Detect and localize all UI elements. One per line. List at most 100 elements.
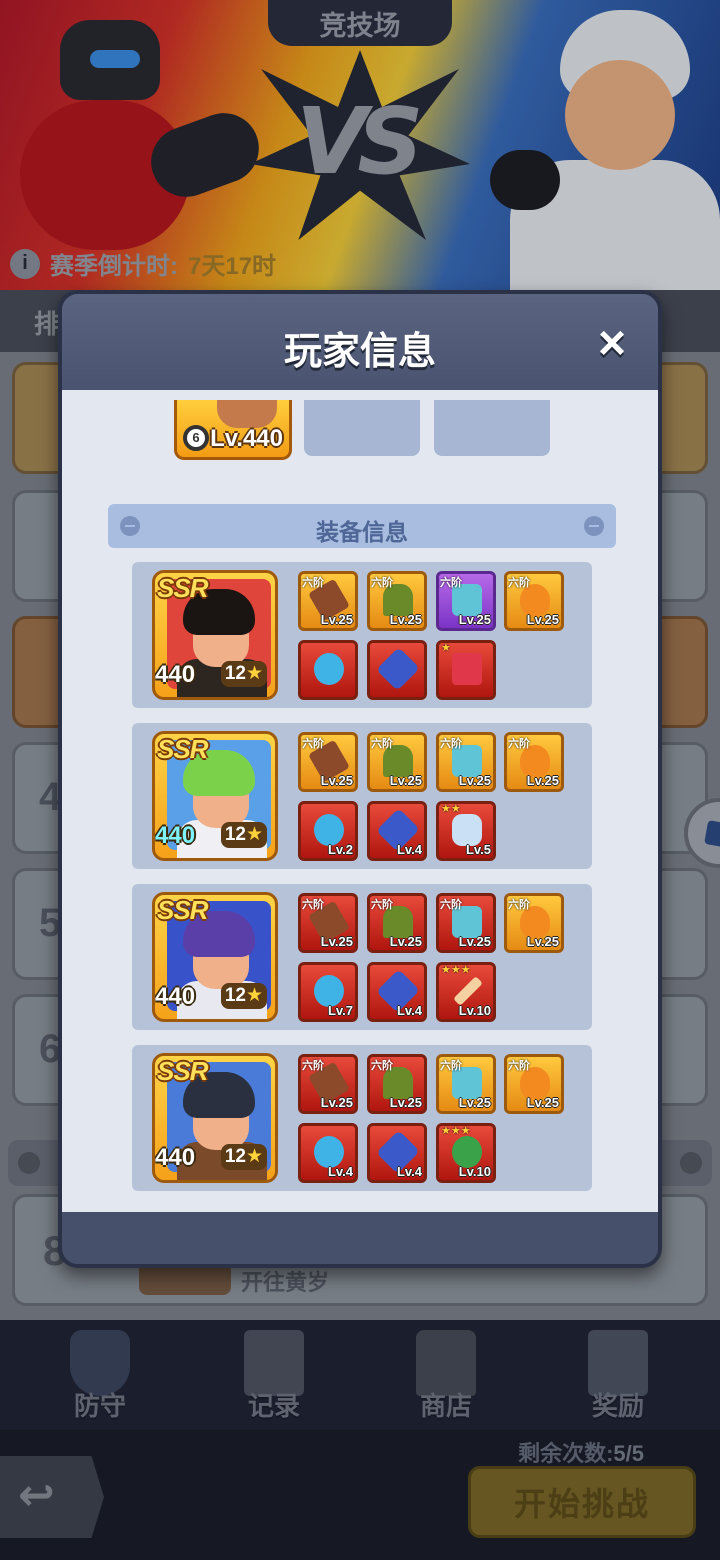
- equipment-tier: 六阶: [508, 738, 530, 750]
- hammer-icon: [452, 653, 482, 685]
- equipment-slot[interactable]: 六阶 Lv.25: [504, 571, 564, 631]
- player-info-modal: 玩家信息 × 6 Lv.440 装备信息 SSR 440 12★ 六阶 Lv.25 六阶 L…: [58, 290, 662, 1268]
- equipment-slot[interactable]: 六阶 Lv.25: [367, 732, 427, 792]
- equipment-level: Lv.25: [526, 1095, 559, 1110]
- equipment-tier: 六阶: [302, 577, 324, 589]
- equipment-tier: ★★★: [441, 1125, 471, 1137]
- equipment-tier: ★: [441, 642, 451, 654]
- equipment-level: Lv.10: [458, 1003, 491, 1018]
- modal-footer: [62, 1212, 658, 1264]
- equipment-slot[interactable]: 六阶 Lv.25: [298, 732, 358, 792]
- modal-title: 玩家信息: [283, 331, 436, 373]
- star-icon: ★: [245, 985, 263, 1006]
- rarity-badge: SSR: [157, 1056, 208, 1086]
- equipment-slot[interactable]: Lv.7: [298, 962, 358, 1022]
- pet-ring-icon: 6: [183, 425, 209, 451]
- pet-slot-empty[interactable]: [434, 400, 550, 456]
- equipment-level: Lv.25: [458, 934, 491, 949]
- equipment-tier: 六阶: [302, 738, 324, 750]
- equipment-tier: 六阶: [508, 899, 530, 911]
- equipment-tier: 六阶: [508, 577, 530, 589]
- hero-star-count: 12★: [220, 822, 267, 848]
- equipment-level: Lv.25: [389, 1095, 422, 1110]
- pet-portrait: [217, 400, 277, 428]
- equipment-slot[interactable]: Lv.4: [367, 962, 427, 1022]
- equipment-tier: 六阶: [371, 899, 393, 911]
- equipment-slot[interactable]: Lv.4: [367, 801, 427, 861]
- equipment-tier: ★★★: [441, 964, 471, 976]
- hero-level: 440: [155, 822, 196, 849]
- equipment-level: Lv.25: [526, 612, 559, 627]
- equipment-tier: ★★: [441, 803, 461, 815]
- equipment-level: Lv.25: [458, 773, 491, 788]
- pet-slot-main[interactable]: 6 Lv.440: [174, 400, 292, 460]
- star-count-value: 12: [224, 1146, 246, 1167]
- star-icon: ★: [245, 1146, 263, 1167]
- equipment-level: Lv.4: [327, 1164, 353, 1179]
- star-count-value: 12: [224, 824, 246, 845]
- section-title: 装备信息: [316, 519, 408, 545]
- equipment-slot[interactable]: 六阶 Lv.25: [504, 732, 564, 792]
- pet-level: Lv.440: [210, 425, 283, 452]
- badge-icon: [376, 647, 420, 691]
- equipment-slot[interactable]: 六阶 Lv.25: [367, 571, 427, 631]
- equipment-slot[interactable]: 六阶 Lv.25: [504, 893, 564, 953]
- hero-level: 440: [155, 983, 196, 1010]
- equipment-slot[interactable]: [298, 640, 358, 700]
- equipment-tier: 六阶: [302, 1060, 324, 1072]
- equipment-tier: 六阶: [440, 899, 462, 911]
- rarity-badge: SSR: [157, 895, 208, 925]
- star-count-value: 12: [224, 985, 246, 1006]
- equipment-level: Lv.4: [396, 1003, 422, 1018]
- equipment-slot[interactable]: Lv.4: [367, 1123, 427, 1183]
- equipment-slot[interactable]: ★: [436, 640, 496, 700]
- equipment-level: Lv.25: [458, 612, 491, 627]
- hero-card[interactable]: SSR 440 12★: [152, 731, 278, 861]
- hero-card[interactable]: SSR 440 12★: [152, 1053, 278, 1183]
- equipment-level: Lv.4: [396, 842, 422, 857]
- equipment-tier: 六阶: [440, 1060, 462, 1072]
- equipment-slot[interactable]: 六阶 Lv.25: [436, 1054, 496, 1114]
- equipment-level: Lv.25: [389, 612, 422, 627]
- hero-star-count: 12★: [220, 983, 267, 1009]
- hero-row: SSR 440 12★ 六阶 Lv.25 六阶 Lv.25 六阶 Lv.25 六阶 Lv.25 Lv.…: [132, 884, 592, 1030]
- hero-card[interactable]: SSR 440 12★: [152, 892, 278, 1022]
- equipment-level: Lv.7: [327, 1003, 353, 1018]
- star-icon: ★: [245, 824, 263, 845]
- equipment-slot[interactable]: 六阶 Lv.25: [298, 571, 358, 631]
- equipment-level: Lv.25: [320, 773, 353, 788]
- hero-star-count: 12★: [220, 1144, 267, 1170]
- equipment-level: Lv.25: [526, 773, 559, 788]
- equipment-level: Lv.25: [320, 612, 353, 627]
- close-icon[interactable]: ×: [590, 320, 634, 368]
- equipment-tier: 六阶: [371, 1060, 393, 1072]
- equipment-slot[interactable]: [367, 640, 427, 700]
- equipment-slot[interactable]: 六阶 Lv.25: [367, 893, 427, 953]
- equipment-slot[interactable]: ★★ Lv.5: [436, 801, 496, 861]
- equipment-slot[interactable]: ★★★ Lv.10: [436, 1123, 496, 1183]
- hero-level: 440: [155, 661, 196, 688]
- pet-slot-empty[interactable]: [304, 400, 420, 456]
- equipment-slot[interactable]: 六阶 Lv.25: [298, 893, 358, 953]
- equipment-slot[interactable]: Lv.4: [298, 1123, 358, 1183]
- hero-level: 440: [155, 1144, 196, 1171]
- equipment-slot[interactable]: 六阶 Lv.25: [504, 1054, 564, 1114]
- equipment-slot[interactable]: ★★★ Lv.10: [436, 962, 496, 1022]
- hero-star-count: 12★: [220, 661, 267, 687]
- equipment-level: Lv.25: [458, 1095, 491, 1110]
- equipment-level: Lv.2: [327, 842, 353, 857]
- equipment-slot[interactable]: 六阶 Lv.25: [298, 1054, 358, 1114]
- equipment-slot[interactable]: 六阶 Lv.25: [367, 1054, 427, 1114]
- equipment-slot[interactable]: 六阶 Lv.25: [436, 893, 496, 953]
- equipment-tier: 六阶: [371, 577, 393, 589]
- equipment-tier: 六阶: [440, 577, 462, 589]
- equipment-slot[interactable]: Lv.2: [298, 801, 358, 861]
- equipment-slot[interactable]: 六阶 Lv.25: [436, 571, 496, 631]
- modal-body[interactable]: 6 Lv.440 装备信息 SSR 440 12★ 六阶 Lv.25 六阶 Lv.25 六阶 L…: [62, 390, 658, 1212]
- modal-header: 玩家信息 ×: [62, 294, 658, 390]
- sword-icon: [453, 976, 483, 1006]
- hero-card[interactable]: SSR 440 12★: [152, 570, 278, 700]
- hero-row: SSR 440 12★ 六阶 Lv.25 六阶 Lv.25 六阶 Lv.25 六阶 Lv.25 Lv.…: [132, 723, 592, 869]
- equipment-slot[interactable]: 六阶 Lv.25: [436, 732, 496, 792]
- equipment-level: Lv.25: [389, 773, 422, 788]
